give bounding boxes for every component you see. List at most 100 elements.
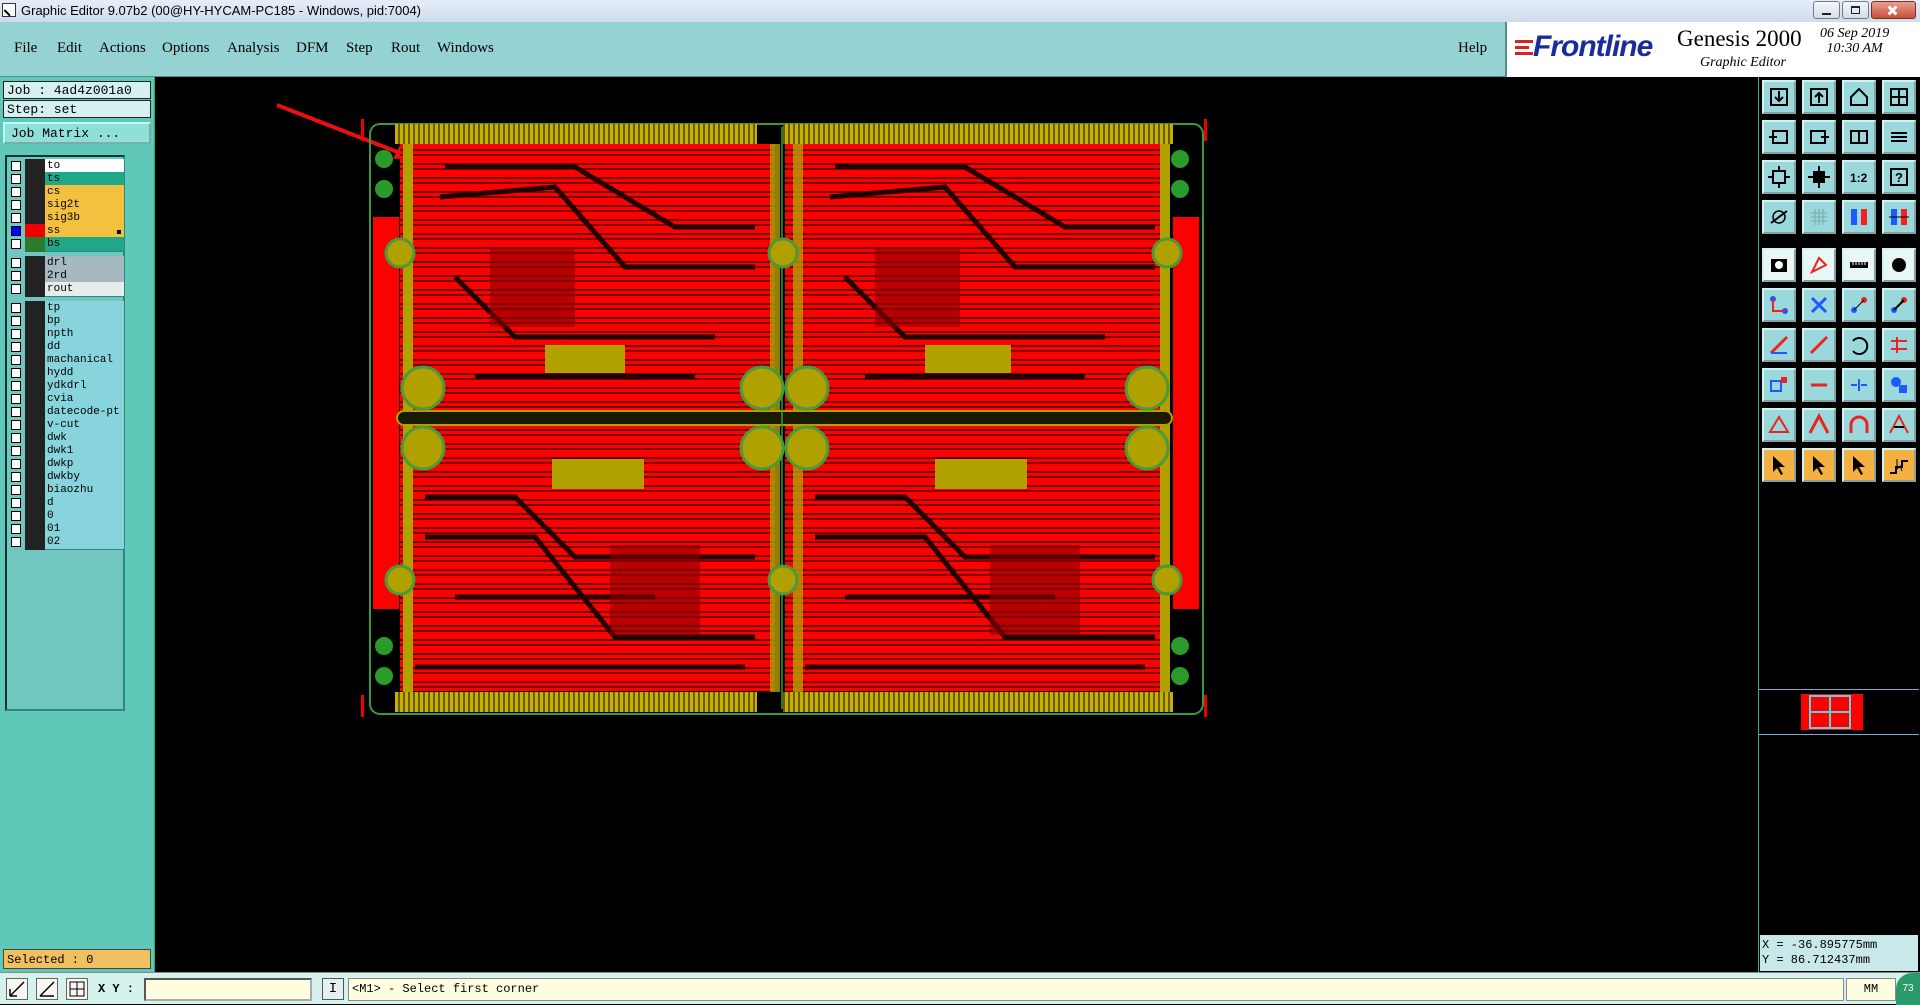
layer-checkbox[interactable] xyxy=(11,284,21,294)
layer-row[interactable]: 02 xyxy=(9,535,124,550)
close-button[interactable] xyxy=(1871,1,1916,19)
ruler-icon[interactable] xyxy=(1842,248,1876,282)
layer-checkbox[interactable] xyxy=(11,213,21,223)
layer-checkbox[interactable] xyxy=(11,368,21,378)
connect-icon[interactable] xyxy=(1762,288,1796,322)
zoom-one-to-one-icon[interactable]: 1:2 xyxy=(1842,160,1876,194)
job-matrix-button[interactable]: Job Matrix ... xyxy=(3,122,151,144)
menu-options[interactable]: Options xyxy=(162,40,210,57)
shape-icon[interactable] xyxy=(1882,368,1916,402)
query-icon[interactable]: ? xyxy=(1882,160,1916,194)
layer-checkbox[interactable] xyxy=(11,174,21,184)
surface-a-icon[interactable] xyxy=(1762,408,1796,442)
layer-checkbox[interactable] xyxy=(11,316,21,326)
layer-checkbox[interactable] xyxy=(11,200,21,210)
pointer-icon[interactable] xyxy=(1762,448,1796,482)
layer-checkbox[interactable] xyxy=(11,271,21,281)
layer-name[interactable]: 02 xyxy=(45,535,124,550)
select-icon[interactable] xyxy=(1802,448,1836,482)
layer-checkbox[interactable] xyxy=(11,239,21,249)
slash-icon[interactable] xyxy=(1802,328,1836,362)
layer-checkbox[interactable] xyxy=(11,537,21,547)
layer-color-swatch[interactable] xyxy=(25,237,45,252)
layer-checkbox[interactable] xyxy=(11,355,21,365)
split-view-icon[interactable] xyxy=(1882,80,1916,114)
line-icon[interactable] xyxy=(1762,328,1796,362)
menu-analysis[interactable]: Analysis xyxy=(227,40,280,57)
flip-icon[interactable] xyxy=(1842,120,1876,154)
layer-checkbox[interactable] xyxy=(11,381,21,391)
arc-icon[interactable] xyxy=(1842,328,1876,362)
angle-snap-icon[interactable] xyxy=(36,978,58,1000)
layer-checkbox[interactable] xyxy=(11,342,21,352)
layer-checkbox[interactable] xyxy=(11,472,21,482)
feature-add-icon[interactable] xyxy=(1762,368,1796,402)
node-link-icon[interactable] xyxy=(1882,288,1916,322)
layer-checkbox[interactable] xyxy=(11,187,21,197)
trim-icon[interactable] xyxy=(1802,368,1836,402)
layer-compare-icon[interactable] xyxy=(1882,200,1916,234)
layer-name[interactable]: bs xyxy=(45,237,124,252)
menu-windows[interactable]: Windows xyxy=(437,40,494,57)
zoom-back-icon[interactable] xyxy=(1802,80,1836,114)
menu-edit[interactable]: Edit xyxy=(57,40,82,57)
layer-row[interactable]: rout xyxy=(9,282,124,297)
pan-left-icon[interactable] xyxy=(1762,120,1796,154)
home-icon[interactable] xyxy=(1842,80,1876,114)
triangle-icon[interactable] xyxy=(1802,408,1836,442)
layer-checkbox[interactable] xyxy=(11,329,21,339)
layer-checkbox[interactable] xyxy=(11,433,21,443)
select-step-icon[interactable] xyxy=(1882,448,1916,482)
delete-node-icon[interactable] xyxy=(1802,288,1836,322)
layer-checkbox[interactable] xyxy=(11,407,21,417)
scroll-icon[interactable] xyxy=(1882,120,1916,154)
layer-row[interactable]: bs xyxy=(9,237,124,252)
move-node-icon[interactable] xyxy=(1842,288,1876,322)
pan-right-icon[interactable] xyxy=(1802,120,1836,154)
measure-icon[interactable] xyxy=(1762,200,1796,234)
minimize-button[interactable] xyxy=(1813,1,1840,19)
layer-checkbox[interactable] xyxy=(11,161,21,171)
maximize-button[interactable] xyxy=(1842,1,1869,19)
layer-color-swatch[interactable] xyxy=(25,535,45,550)
break-icon[interactable] xyxy=(1842,368,1876,402)
arch-icon[interactable] xyxy=(1842,408,1876,442)
layer-name[interactable]: rout xyxy=(45,282,124,297)
layer-checkbox[interactable] xyxy=(11,420,21,430)
menu-dfm[interactable]: DFM xyxy=(296,40,329,57)
menu-file[interactable]: File xyxy=(14,40,37,57)
pcb-panel-view[interactable] xyxy=(155,77,1758,972)
snap-icon[interactable] xyxy=(6,978,28,1000)
layer-checkbox[interactable] xyxy=(11,446,21,456)
snapshot-icon[interactable] xyxy=(1762,248,1796,282)
text-icon[interactable] xyxy=(1882,408,1916,442)
menu-actions[interactable]: Actions xyxy=(99,40,146,57)
layer-color-swatch[interactable] xyxy=(25,282,45,297)
menu-step[interactable]: Step xyxy=(346,40,373,57)
select-zoom-icon[interactable] xyxy=(1842,448,1876,482)
grid-snap-icon[interactable] xyxy=(66,978,88,1000)
parallel-icon[interactable] xyxy=(1882,328,1916,362)
menu-rout[interactable]: Rout xyxy=(391,40,420,57)
layer-checkbox[interactable] xyxy=(11,498,21,508)
fit-profile-icon[interactable] xyxy=(1802,160,1836,194)
layer-checkbox[interactable] xyxy=(11,394,21,404)
units-indicator[interactable]: MM xyxy=(1846,978,1896,1001)
text-cursor-icon[interactable]: I xyxy=(322,978,344,1000)
layer-checkbox[interactable] xyxy=(11,524,21,534)
layer-checkbox[interactable] xyxy=(11,459,21,469)
overview-window[interactable] xyxy=(1759,689,1919,735)
graphic-canvas[interactable] xyxy=(155,77,1758,972)
layer-display-icon[interactable] xyxy=(1842,200,1876,234)
layer-checkbox[interactable] xyxy=(11,226,21,236)
grid-icon[interactable] xyxy=(1802,200,1836,234)
layer-checkbox[interactable] xyxy=(11,303,21,313)
layer-checkbox[interactable] xyxy=(11,258,21,268)
xy-input[interactable] xyxy=(144,978,312,1001)
edit-shape-icon[interactable] xyxy=(1802,248,1836,282)
layer-checkbox[interactable] xyxy=(11,511,21,521)
pad-icon[interactable] xyxy=(1882,248,1916,282)
zoom-home-icon[interactable] xyxy=(1762,80,1796,114)
menu-help[interactable]: Help xyxy=(1458,40,1487,57)
layer-checkbox[interactable] xyxy=(11,485,21,495)
